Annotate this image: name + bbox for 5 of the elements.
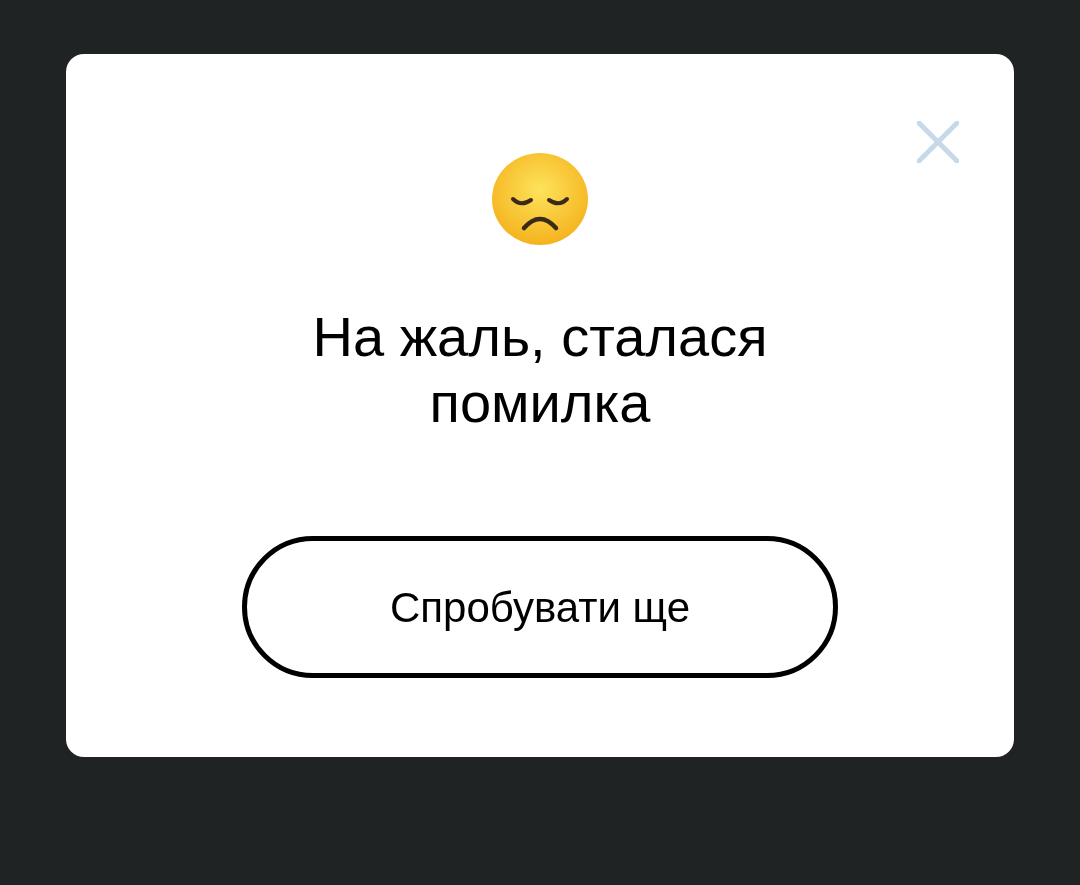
retry-button[interactable]: Спробувати ще (242, 536, 838, 678)
close-button[interactable] (916, 120, 960, 164)
error-title: На жаль, сталася помилка (311, 304, 769, 436)
sad-face-icon (491, 152, 589, 246)
close-icon (917, 121, 959, 163)
